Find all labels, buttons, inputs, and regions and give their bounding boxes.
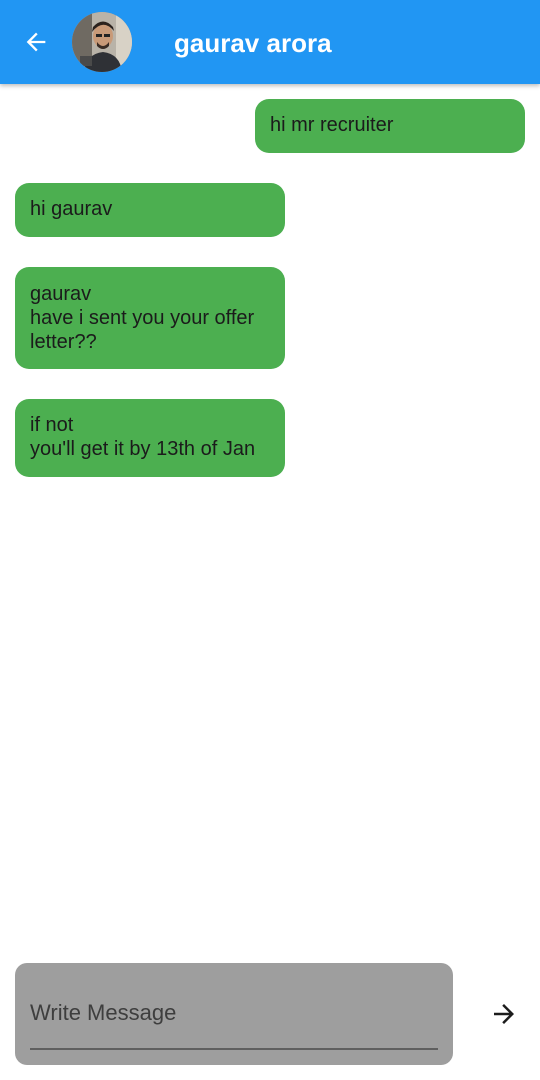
- message-bubble-incoming: if not you'll get it by 13th of Jan: [15, 399, 285, 477]
- send-button[interactable]: [482, 994, 526, 1034]
- avatar[interactable]: [72, 12, 132, 72]
- input-underline: [30, 1048, 438, 1050]
- message-bubble-outgoing: hi mr recruiter: [255, 99, 525, 153]
- message-input[interactable]: [30, 993, 438, 1033]
- message-bubble-incoming: hi gaurav: [15, 183, 285, 237]
- contact-name: gaurav arora: [174, 28, 332, 58]
- app-bar: gaurav arora: [0, 0, 540, 84]
- arrow-back-icon: [26, 32, 46, 52]
- arrow-forward-icon: [494, 1004, 514, 1024]
- chat-screen: gaurav arora hi mr recruiter hi gaurav g…: [0, 0, 540, 1080]
- back-button[interactable]: [14, 22, 58, 62]
- avatar-image: [72, 12, 132, 72]
- message-composer: [15, 963, 453, 1065]
- message-bubble-incoming: gaurav have i sent you your offer letter…: [15, 267, 285, 369]
